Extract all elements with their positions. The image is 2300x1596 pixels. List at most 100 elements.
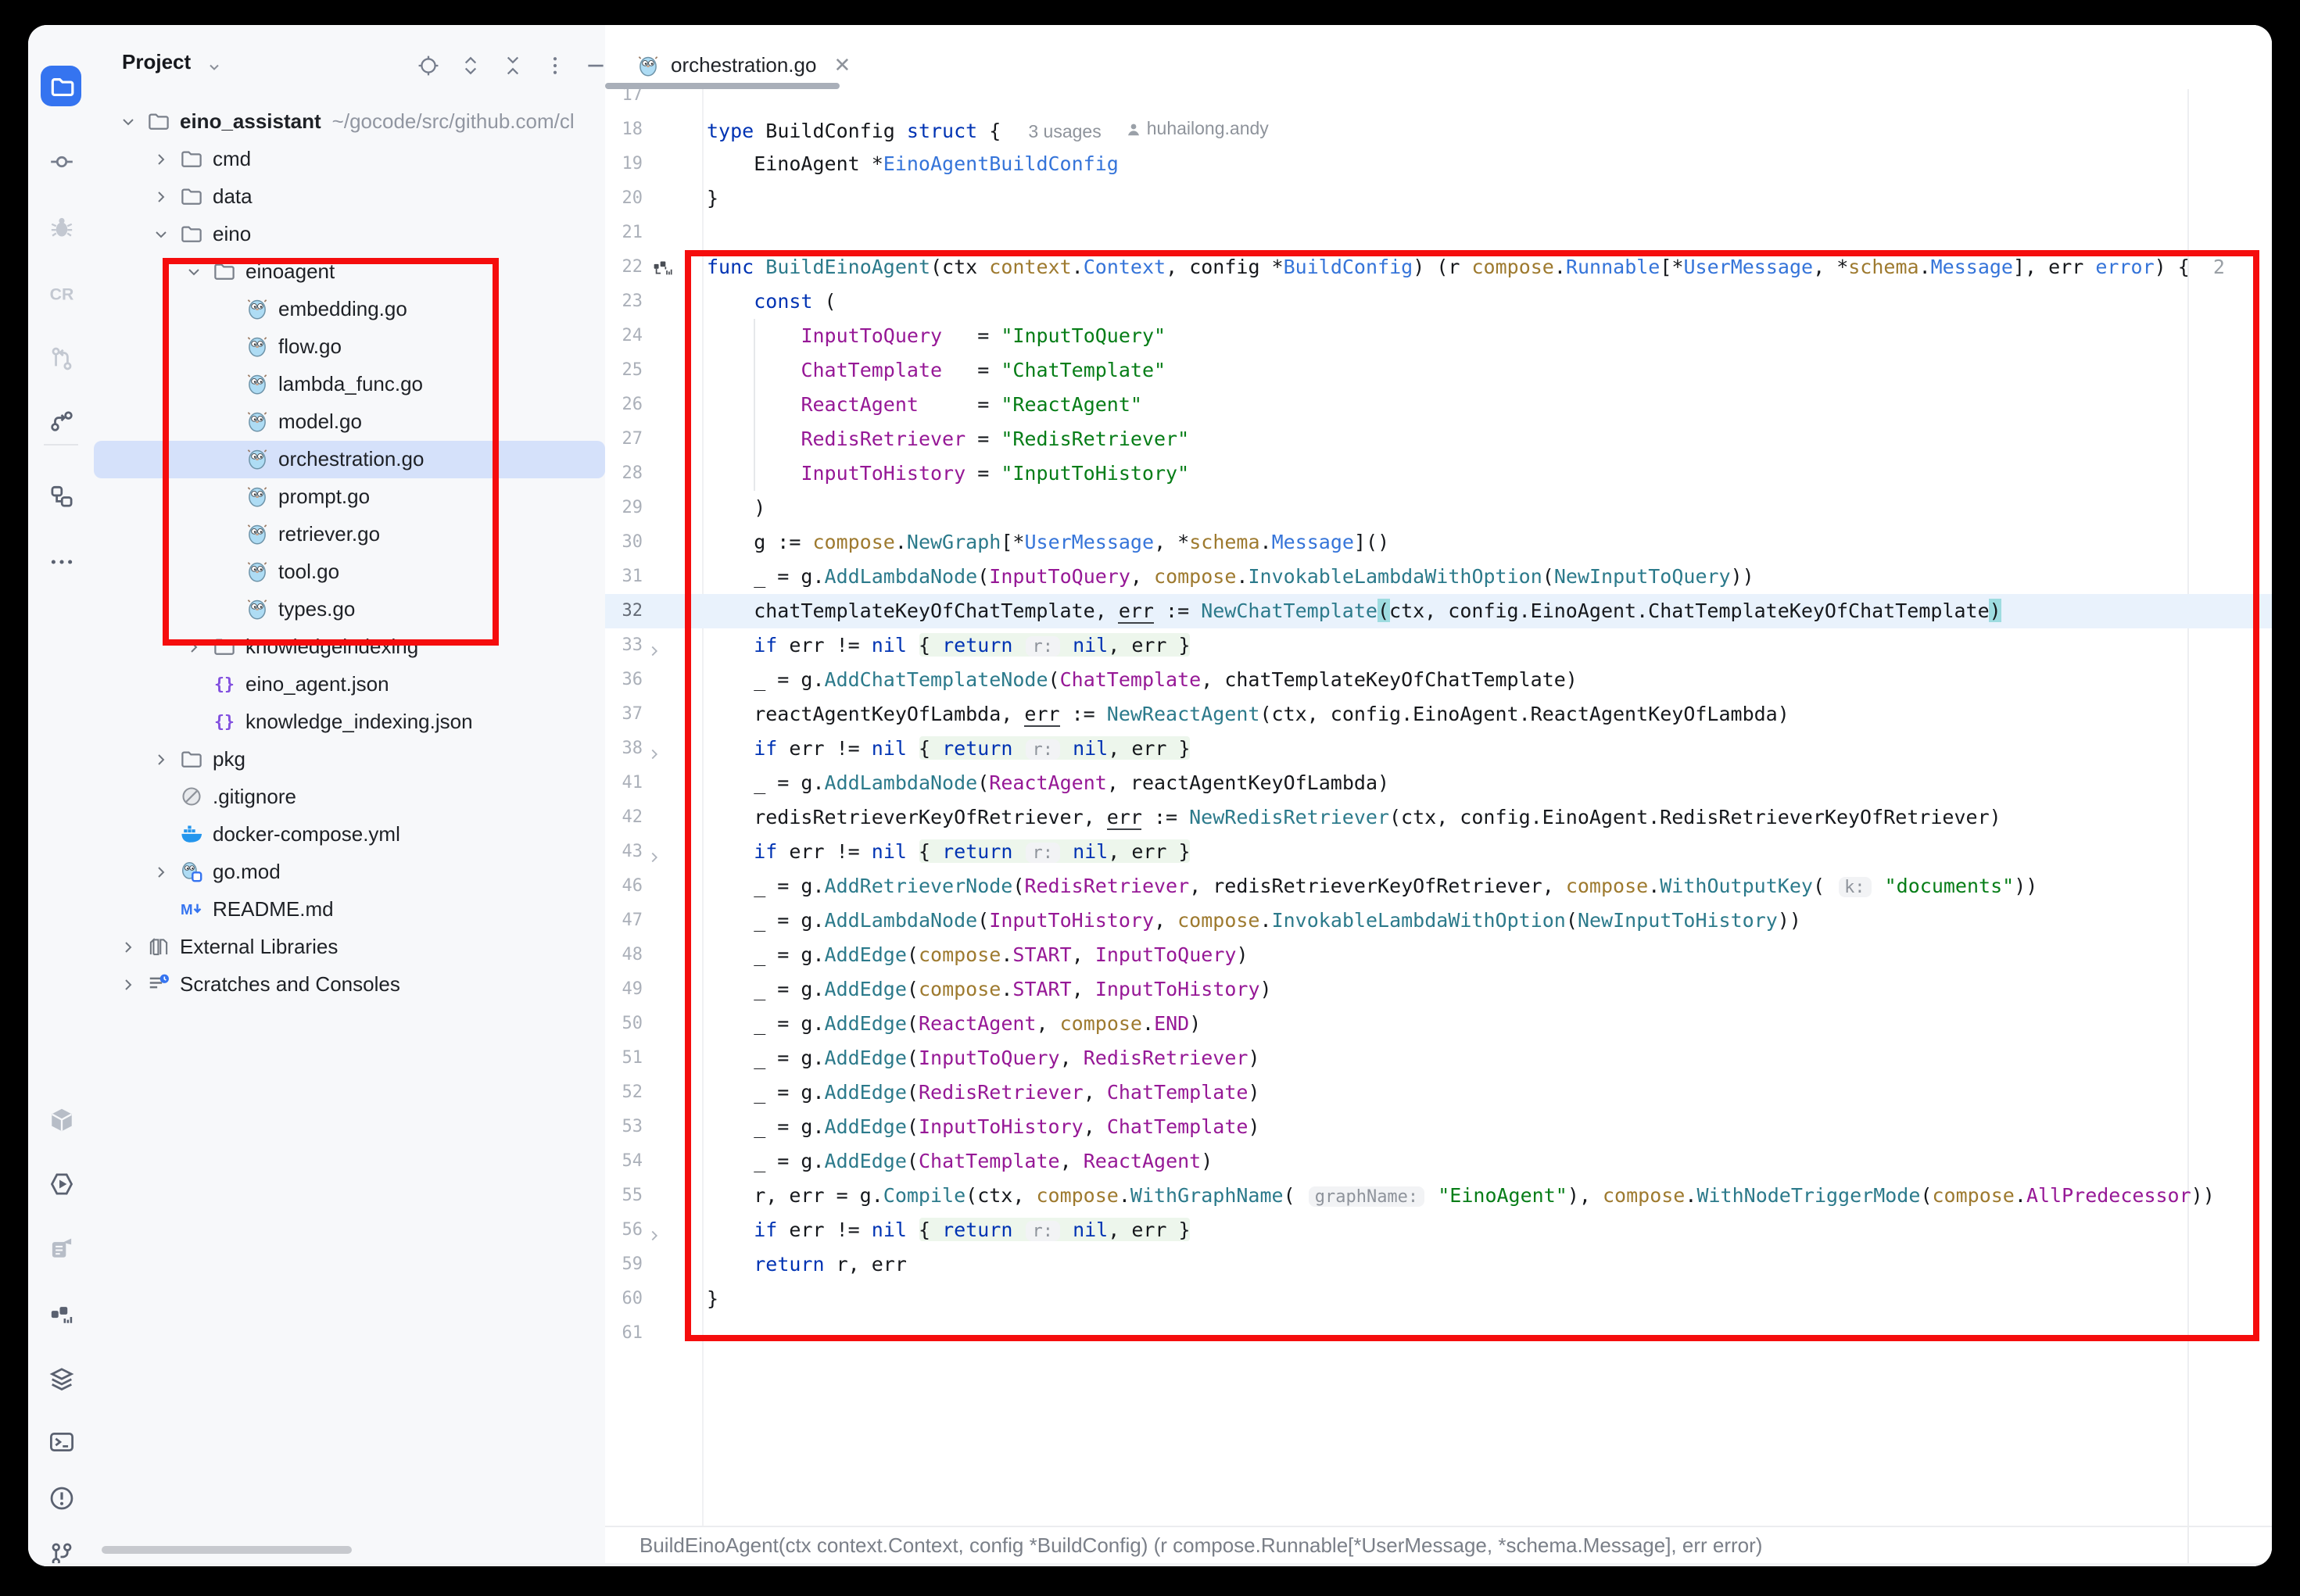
code-line-49[interactable]: 49 _ = g.AddEdge(compose.START, InputToH… — [605, 972, 2272, 1007]
code-line-59[interactable]: 59 return r, err — [605, 1247, 2272, 1282]
code-line-51[interactable]: 51 _ = g.AddEdge(InputToQuery, RedisRetr… — [605, 1041, 2272, 1075]
tree-item-embedding-go[interactable]: embedding.go — [94, 291, 605, 328]
version-control-icon[interactable] — [41, 1533, 81, 1566]
code-line-29[interactable]: 29 ) — [605, 491, 2272, 525]
chevron-right-icon[interactable] — [152, 188, 170, 206]
project-panel-hscrollbar[interactable] — [102, 1546, 352, 1554]
run-icon[interactable] — [41, 1163, 81, 1204]
tree-item-tool-go[interactable]: tool.go — [94, 553, 605, 591]
code-line-52[interactable]: 52 _ = g.AddEdge(RedisRetriever, ChatTem… — [605, 1075, 2272, 1110]
folded-region[interactable]: { return r: nil, err } — [919, 736, 1191, 760]
code-line-21[interactable]: 21 — [605, 216, 2272, 250]
chevron-right-icon[interactable] — [119, 975, 138, 994]
code-line-32[interactable]: 32 chatTemplateKeyOfChatTemplate, err :=… — [605, 594, 2272, 628]
terminal-icon[interactable] — [41, 1421, 81, 1462]
code-line-53[interactable]: 53 _ = g.AddEdge(InputToHistory, ChatTem… — [605, 1110, 2272, 1144]
code-line-22[interactable]: 22func BuildEinoAgent(ctx context.Contex… — [605, 250, 2272, 284]
code-line-42[interactable]: 42 redisRetrieverKeyOfRetriever, err := … — [605, 800, 2272, 835]
structure-icon[interactable] — [41, 475, 81, 516]
author-hint[interactable]: huhailong.andy — [1127, 113, 1269, 147]
code-line-25[interactable]: 25 ChatTemplate = "ChatTemplate" — [605, 353, 2272, 388]
code-line-19[interactable]: 19 EinoAgent *EinoAgentBuildConfig — [605, 147, 2272, 181]
code-line-17[interactable]: 17 — [605, 89, 2272, 113]
fold-chevron-icon[interactable] — [646, 843, 663, 860]
code-line-30[interactable]: 30 g := compose.NewGraph[*UserMessage, *… — [605, 525, 2272, 560]
chevron-right-icon[interactable] — [185, 638, 203, 657]
folded-region[interactable]: { return r: nil, err } — [919, 633, 1191, 657]
tree-item-knowledgeindexing[interactable]: knowledgeindexing — [94, 628, 605, 666]
tree-item--gitignore[interactable]: .gitignore — [94, 778, 605, 816]
code-line-48[interactable]: 48 _ = g.AddEdge(compose.START, InputToQ… — [605, 938, 2272, 972]
code-line-41[interactable]: 41 _ = g.AddLambdaNode(ReactAgent, react… — [605, 766, 2272, 800]
code-line-38[interactable]: 38 if err != nil { return r: nil, err } — [605, 732, 2272, 766]
tree-item-go-mod[interactable]: go.mod — [94, 853, 605, 891]
chevron-right-icon[interactable] — [152, 863, 170, 882]
code-editor[interactable]: 1718type BuildConfig struct { 3 usageshu… — [605, 89, 2272, 1526]
tree-item-prompt-go[interactable]: prompt.go — [94, 478, 605, 516]
code-line-60[interactable]: 60} — [605, 1282, 2272, 1316]
code-line-43[interactable]: 43 if err != nil { return r: nil, err } — [605, 835, 2272, 869]
tree-item-scratches-and-consoles[interactable]: Scratches and Consoles — [94, 966, 605, 1004]
code-line-23[interactable]: 23 const ( — [605, 284, 2272, 319]
folded-region[interactable]: { return r: nil, err } — [919, 839, 1191, 863]
code-line-24[interactable]: 24 InputToQuery = "InputToQuery" — [605, 319, 2272, 353]
tree-item-retriever-go[interactable]: retriever.go — [94, 516, 605, 553]
usages-graph-icon[interactable] — [652, 256, 674, 278]
code-line-55[interactable]: 55 r, err = g.Compile(ctx, compose.WithG… — [605, 1179, 2272, 1213]
tree-item-eino[interactable]: eino — [94, 216, 605, 253]
code-line-33[interactable]: 33 if err != nil { return r: nil, err } — [605, 628, 2272, 663]
tree-item-eino-assistant[interactable]: eino_assistant~/gocode/src/github.com/cl — [94, 103, 605, 141]
profiler-icon[interactable] — [41, 1293, 81, 1333]
code-line-26[interactable]: 26 ReactAgent = "ReactAgent" — [605, 388, 2272, 422]
chevron-down-icon[interactable] — [119, 113, 138, 131]
more-icon[interactable] — [41, 541, 81, 582]
code-line-36[interactable]: 36 _ = g.AddChatTemplateNode(ChatTemplat… — [605, 663, 2272, 697]
usages-hint[interactable]: 3 usages — [1028, 123, 1101, 142]
code-line-31[interactable]: 31 _ = g.AddLambdaNode(InputToQuery, com… — [605, 560, 2272, 594]
services-icon[interactable] — [41, 1358, 81, 1399]
code-line-54[interactable]: 54 _ = g.AddEdge(ChatTemplate, ReactAgen… — [605, 1144, 2272, 1179]
code-line-27[interactable]: 27 RedisRetriever = "RedisRetriever" — [605, 422, 2272, 456]
chevron-right-icon[interactable] — [152, 150, 170, 169]
tree-item-knowledge-indexing-json[interactable]: {}knowledge_indexing.json — [94, 703, 605, 741]
fold-chevron-icon[interactable] — [646, 739, 663, 757]
tab-orchestration-go[interactable]: orchestration.go ✕ — [618, 42, 866, 88]
chevron-right-icon[interactable] — [152, 750, 170, 769]
code-line-56[interactable]: 56 if err != nil { return r: nil, err } — [605, 1213, 2272, 1247]
chevron-right-icon[interactable] — [119, 938, 138, 957]
close-icon[interactable]: ✕ — [833, 52, 851, 77]
code-line-18[interactable]: 18type BuildConfig struct { 3 usageshuha… — [605, 113, 2272, 147]
folded-region[interactable]: { return r: nil, err } — [919, 1218, 1191, 1241]
tree-item-eino-agent-json[interactable]: {}eino_agent.json — [94, 666, 605, 703]
tree-item-model-go[interactable]: model.go — [94, 403, 605, 441]
project-folder-icon[interactable] — [41, 66, 81, 106]
pull-request-icon[interactable] — [41, 338, 81, 378]
code-line-46[interactable]: 46 _ = g.AddRetrieverNode(RedisRetriever… — [605, 869, 2272, 904]
chevron-down-icon[interactable] — [152, 225, 170, 244]
tree-item-cmd[interactable]: cmd — [94, 141, 605, 178]
code-line-50[interactable]: 50 _ = g.AddEdge(ReactAgent, compose.END… — [605, 1007, 2272, 1041]
branches-icon[interactable] — [41, 400, 81, 441]
tree-item-types-go[interactable]: types.go — [94, 591, 605, 628]
problems-icon[interactable] — [41, 1477, 81, 1518]
tree-item-data[interactable]: data — [94, 178, 605, 216]
tree-item-pkg[interactable]: pkg — [94, 741, 605, 778]
breadcrumb-signature[interactable]: BuildEinoAgent(ctx context.Context, conf… — [639, 1533, 1762, 1557]
code-line-47[interactable]: 47 _ = g.AddLambdaNode(InputToHistory, c… — [605, 904, 2272, 938]
tree-item-flow-go[interactable]: flow.go — [94, 328, 605, 366]
code-review-icon[interactable]: CR — [41, 272, 81, 313]
tree-item-orchestration-go[interactable]: orchestration.go — [94, 441, 605, 478]
tree-item-readme-md[interactable]: MREADME.md — [94, 891, 605, 929]
commit-icon[interactable] — [41, 141, 81, 181]
tree-item-external-libraries[interactable]: External Libraries — [94, 929, 605, 966]
fold-chevron-icon[interactable] — [646, 1221, 663, 1238]
debug-icon[interactable] — [41, 206, 81, 247]
tree-item-docker-compose-yml[interactable]: docker-compose.yml — [94, 816, 605, 853]
chevron-down-icon[interactable] — [185, 263, 203, 281]
code-line-61[interactable]: 61 — [605, 1316, 2272, 1351]
code-line-28[interactable]: 28 InputToHistory = "InputToHistory" — [605, 456, 2272, 491]
code-line-20[interactable]: 20} — [605, 181, 2272, 216]
code-line-37[interactable]: 37 reactAgentKeyOfLambda, err := NewReac… — [605, 697, 2272, 732]
tree-item-einoagent[interactable]: einoagent — [94, 253, 605, 291]
tree-item-lambda-func-go[interactable]: lambda_func.go — [94, 366, 605, 403]
